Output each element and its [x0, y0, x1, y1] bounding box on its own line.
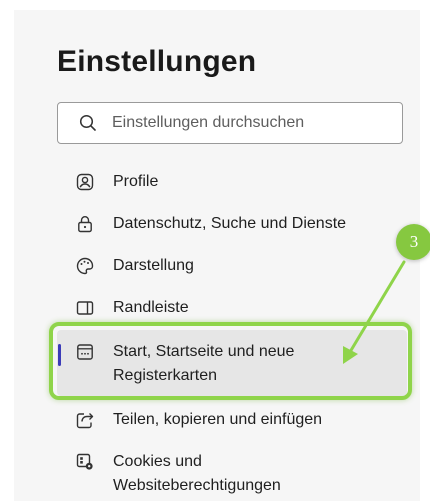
tutorial-arrow: [343, 260, 406, 364]
tutorial-step-badge: 3: [396, 224, 430, 260]
